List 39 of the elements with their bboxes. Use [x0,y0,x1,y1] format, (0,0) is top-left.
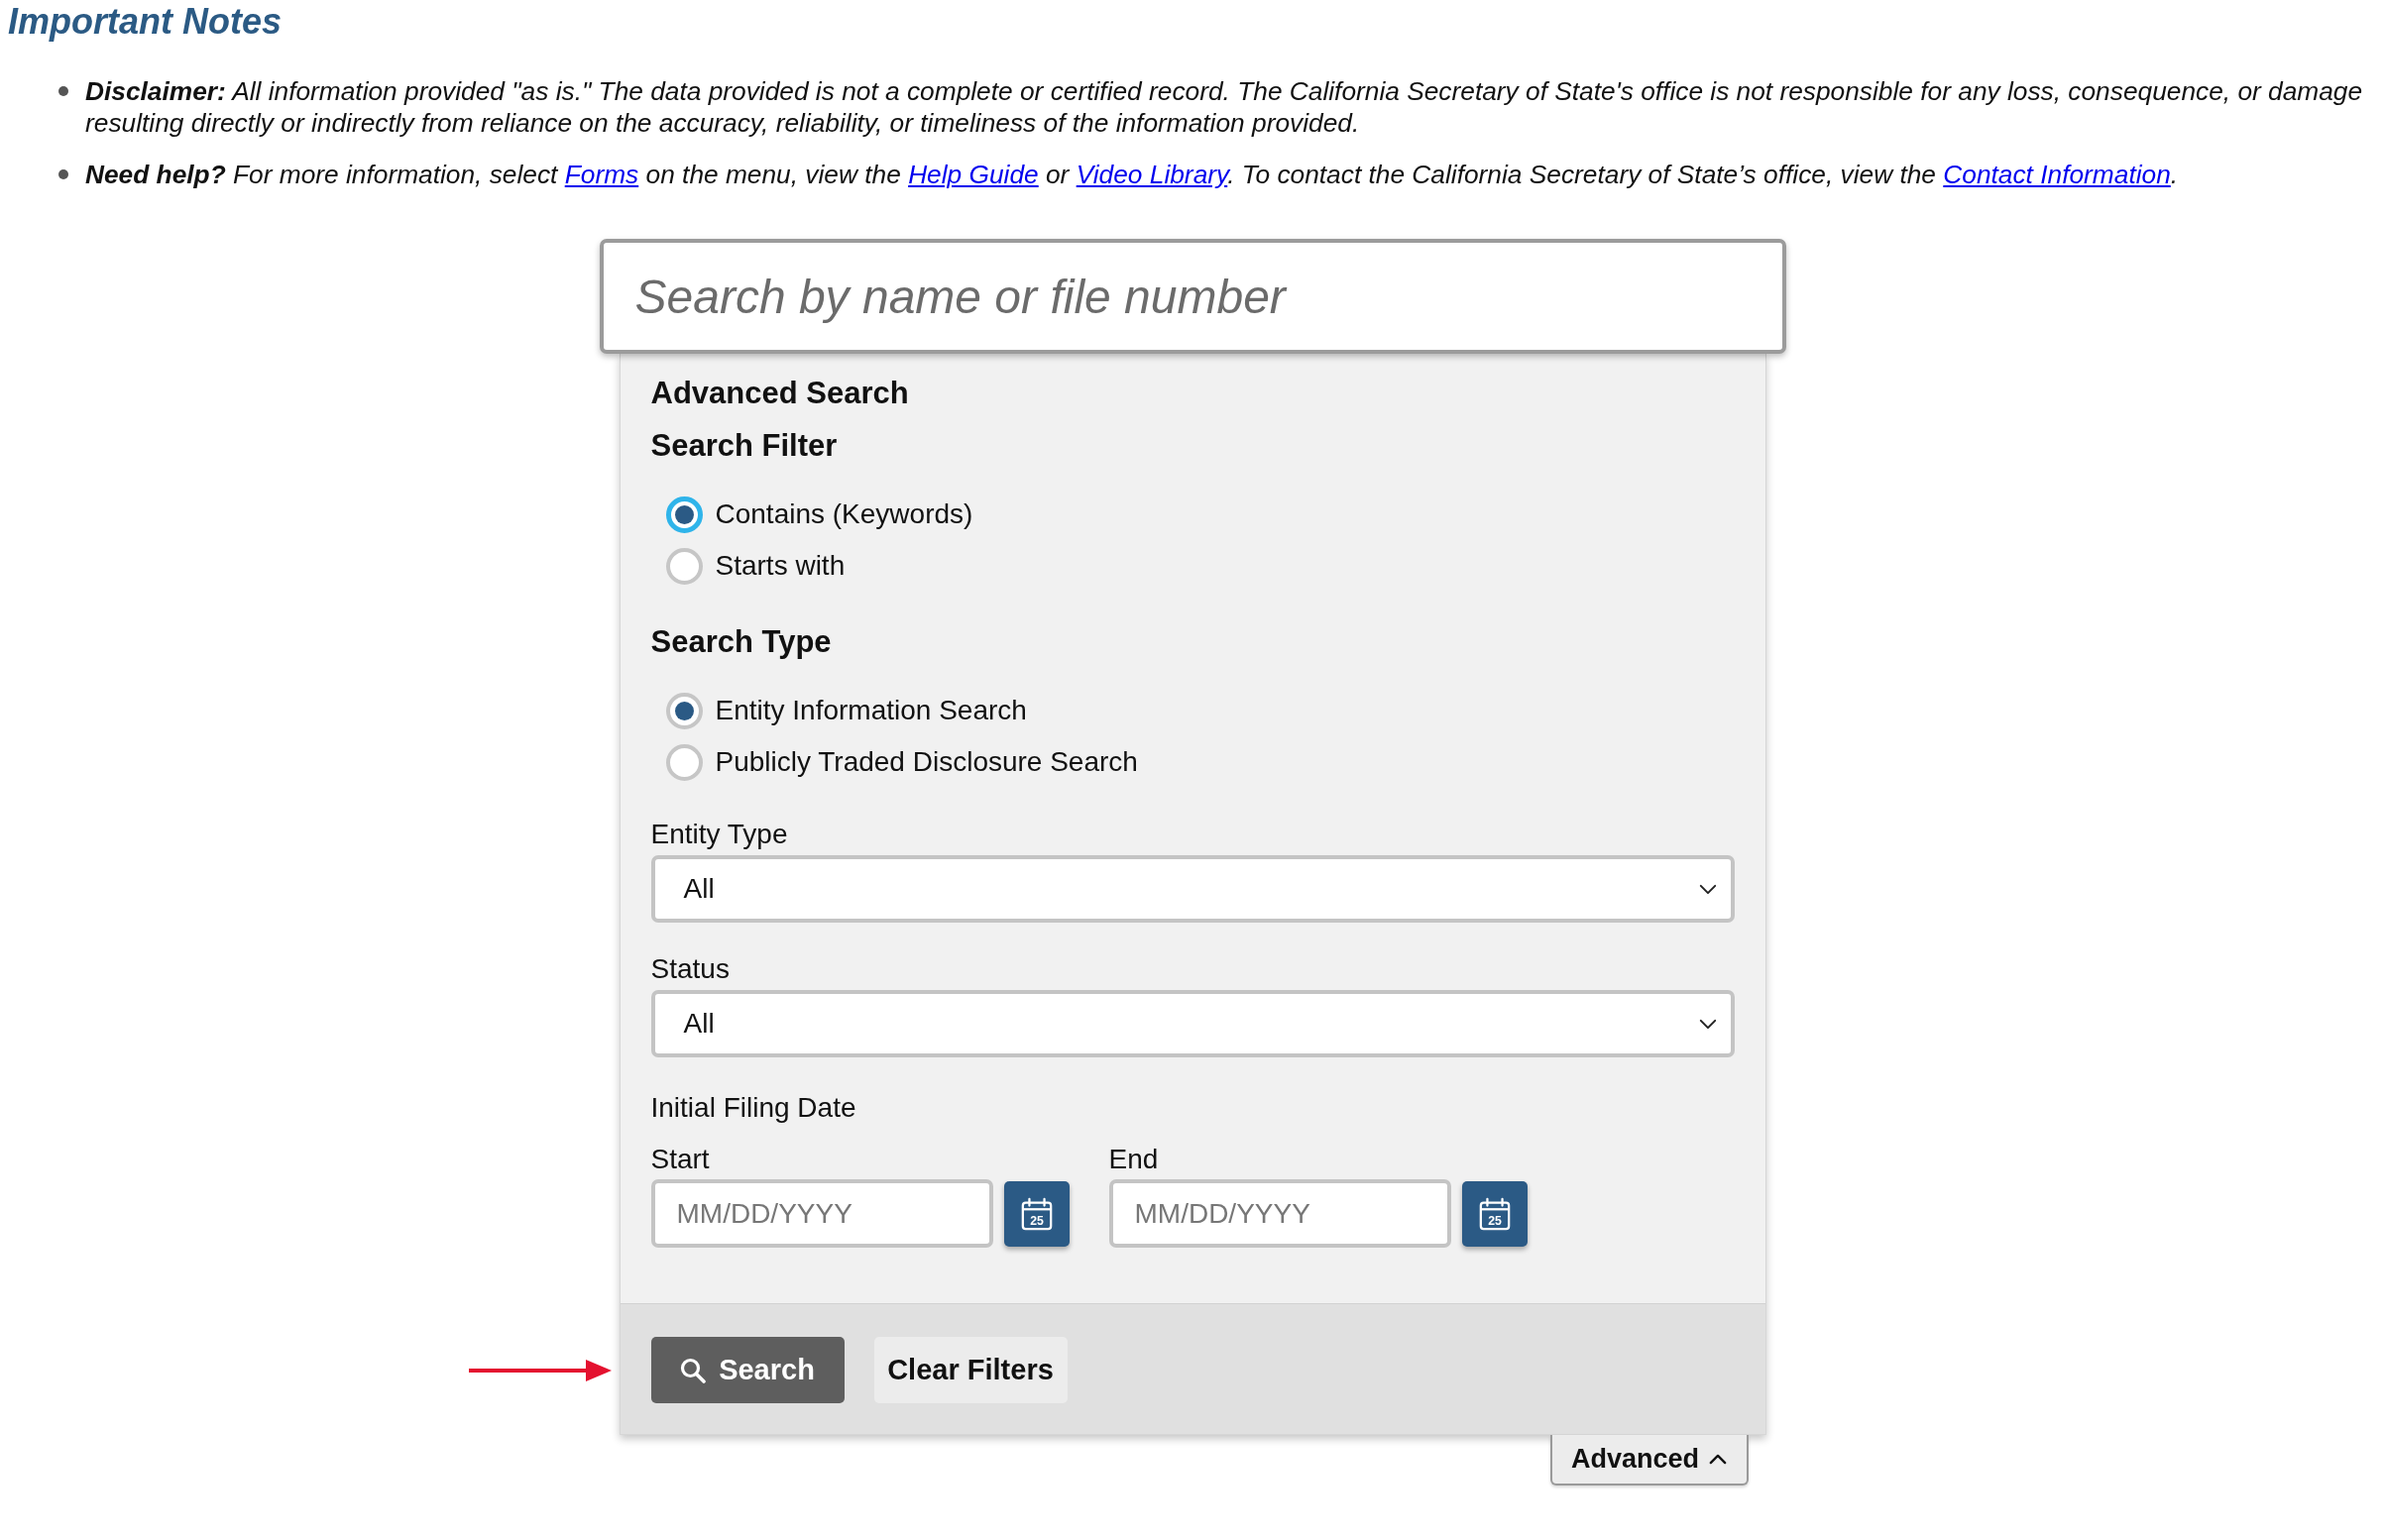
text-link[interactable]: Help Guide [908,160,1039,189]
text-link[interactable]: Forms [564,160,639,189]
note-text: Disclaimer: All information provided "as is." The data provided is not a complete or certified record. The California Secretary of State's office is not responsible for any loss, consequence, or damage resulting directly or indirectly from reliance on the accuracy, reliability, or timeliness of the information provided. [85,75,2364,139]
radio-label[interactable]: Entity Information Search [715,695,1027,726]
date-input[interactable]: MM/DD/YYYY [1108,1179,1451,1248]
field-label: Start [650,1143,710,1176]
chevron-down-icon [1698,883,1717,895]
section-heading: Important Notes [7,0,283,44]
search-button[interactable]: Search [650,1337,845,1403]
radio-button[interactable] [665,547,703,585]
text-link[interactable]: Video Library [1076,160,1228,189]
dropdown[interactable]: All [650,990,1735,1057]
group-heading: Search Type [650,623,833,661]
group-heading: Search Filter [650,427,839,465]
field-label: End [1108,1143,1159,1176]
radio-button[interactable] [665,692,703,729]
note-text: Need help? For more information, select Forms on the menu, view the Help Guide or Video Library. To contact the California Secretary of State’s office, view the Contact Information. [85,159,2179,190]
panel-title: Advanced Search [650,375,910,412]
radio-button[interactable] [665,495,703,533]
radio-label[interactable]: Publicly Traded Disclosure Search [715,746,1138,778]
bullet-icon [58,169,68,179]
field-label: Status [650,952,730,986]
date-input[interactable]: MM/DD/YYYY [650,1179,993,1248]
advanced-toggle-button[interactable]: Advanced [1549,1435,1749,1485]
field-label: Initial Filing Date [650,1091,856,1125]
calendar-button[interactable]: 25 [1003,1180,1070,1247]
calendar-button[interactable]: 25 [1461,1180,1528,1247]
search-field[interactable]: Search by name or file number [599,239,1786,354]
field-label: Entity Type [650,818,788,851]
search-icon [680,1357,707,1383]
arrow-icon [468,1359,612,1382]
bullet-icon [58,86,68,96]
dropdown[interactable]: All [650,855,1735,923]
radio-label[interactable]: Starts with [715,550,846,582]
text-link[interactable]: Contact Information [1943,160,2171,189]
radio-button[interactable] [665,743,703,781]
radio-label[interactable]: Contains (Keywords) [715,498,973,530]
chevron-down-icon [1698,1018,1717,1030]
clear-button[interactable]: Clear Filters [873,1337,1068,1403]
